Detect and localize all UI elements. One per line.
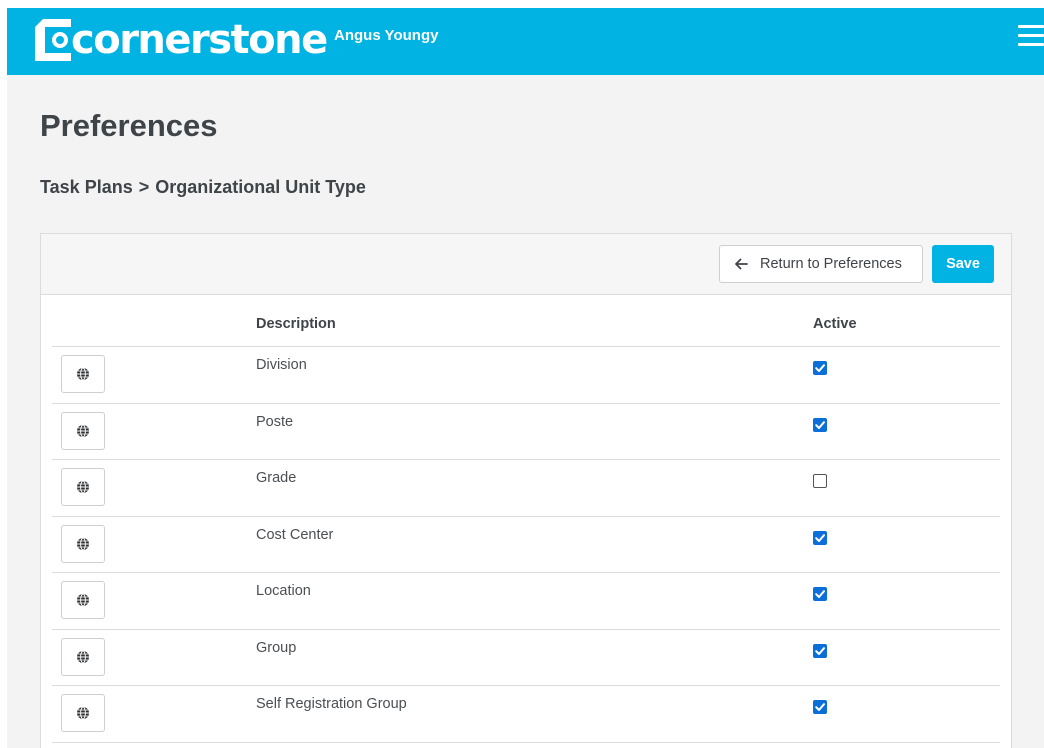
active-checkbox[interactable] bbox=[813, 417, 827, 432]
globe-icon bbox=[77, 480, 89, 494]
app-window: cornerstone Angus Youngy Preferences Tas… bbox=[7, 8, 1044, 748]
user-name[interactable]: Angus Youngy bbox=[334, 27, 438, 44]
logo-mark-icon bbox=[35, 19, 71, 61]
row-description: Poste bbox=[256, 413, 294, 430]
globe-icon bbox=[77, 706, 89, 720]
table-row: Group bbox=[52, 630, 1000, 686]
table-row: Division bbox=[52, 347, 1000, 404]
active-checkbox[interactable] bbox=[813, 474, 827, 488]
hamburger-icon[interactable] bbox=[1018, 25, 1044, 47]
translate-button[interactable] bbox=[61, 524, 105, 563]
table-header: Description Active bbox=[52, 304, 1000, 347]
globe-icon bbox=[77, 650, 89, 663]
save-button[interactable]: Save bbox=[932, 245, 994, 283]
globe-icon bbox=[77, 593, 89, 607]
breadcrumb-parent[interactable]: Task Plans bbox=[40, 177, 133, 198]
table-row: Grade bbox=[52, 460, 1000, 517]
breadcrumb-current: Organizational Unit Type bbox=[155, 177, 366, 197]
active-checkbox[interactable] bbox=[813, 530, 827, 545]
top-bar: cornerstone Angus Youngy bbox=[7, 8, 1044, 75]
cornerstone-logo[interactable]: cornerstone bbox=[33, 14, 328, 66]
arrow-left-icon bbox=[735, 258, 748, 270]
row-description: Division bbox=[256, 357, 307, 373]
page-title: Preferences bbox=[40, 108, 218, 143]
active-checkbox[interactable] bbox=[813, 587, 827, 601]
active-checkbox[interactable] bbox=[813, 361, 827, 375]
column-header-description: Description bbox=[256, 316, 336, 332]
row-description: Grade bbox=[256, 470, 297, 486]
translate-button[interactable] bbox=[61, 581, 105, 619]
translate-button[interactable] bbox=[61, 637, 105, 676]
breadcrumb-separator: > bbox=[138, 177, 150, 197]
return-to-preferences-button[interactable]: Return to Preferences bbox=[719, 245, 923, 283]
active-checkbox[interactable] bbox=[813, 700, 827, 714]
breadcrumb: Task Plans > Organizational Unit Type bbox=[40, 177, 366, 198]
globe-icon bbox=[77, 424, 89, 437]
translate-button[interactable] bbox=[61, 468, 105, 506]
translate-button[interactable] bbox=[61, 694, 105, 732]
org-unit-type-table: Description Active Division Poste Grade Cos… bbox=[52, 304, 1000, 743]
translate-button[interactable] bbox=[61, 411, 105, 450]
panel-toolbar: Return to Preferences Save bbox=[41, 234, 1011, 295]
row-description: Self Registration Group bbox=[256, 696, 407, 712]
column-header-active: Active bbox=[813, 316, 857, 332]
table-row: Cost Center bbox=[52, 517, 1000, 573]
active-checkbox[interactable] bbox=[813, 643, 827, 658]
table-row: Location bbox=[52, 573, 1000, 630]
globe-icon bbox=[77, 537, 89, 550]
table-row: Poste bbox=[52, 404, 1000, 460]
globe-icon bbox=[77, 367, 89, 381]
row-description: Cost Center bbox=[256, 526, 334, 543]
return-button-label: Return to Preferences bbox=[760, 256, 902, 272]
preferences-panel: Return to Preferences Save Description A… bbox=[40, 233, 1012, 748]
table-body: Division Poste Grade Cost Center Location Gro… bbox=[52, 347, 1000, 743]
row-description: Location bbox=[256, 583, 311, 599]
row-description: Group bbox=[256, 639, 297, 656]
table-row: Self Registration Group bbox=[52, 686, 1000, 743]
translate-button[interactable] bbox=[61, 355, 105, 393]
brand-name: cornerstone bbox=[71, 17, 328, 63]
